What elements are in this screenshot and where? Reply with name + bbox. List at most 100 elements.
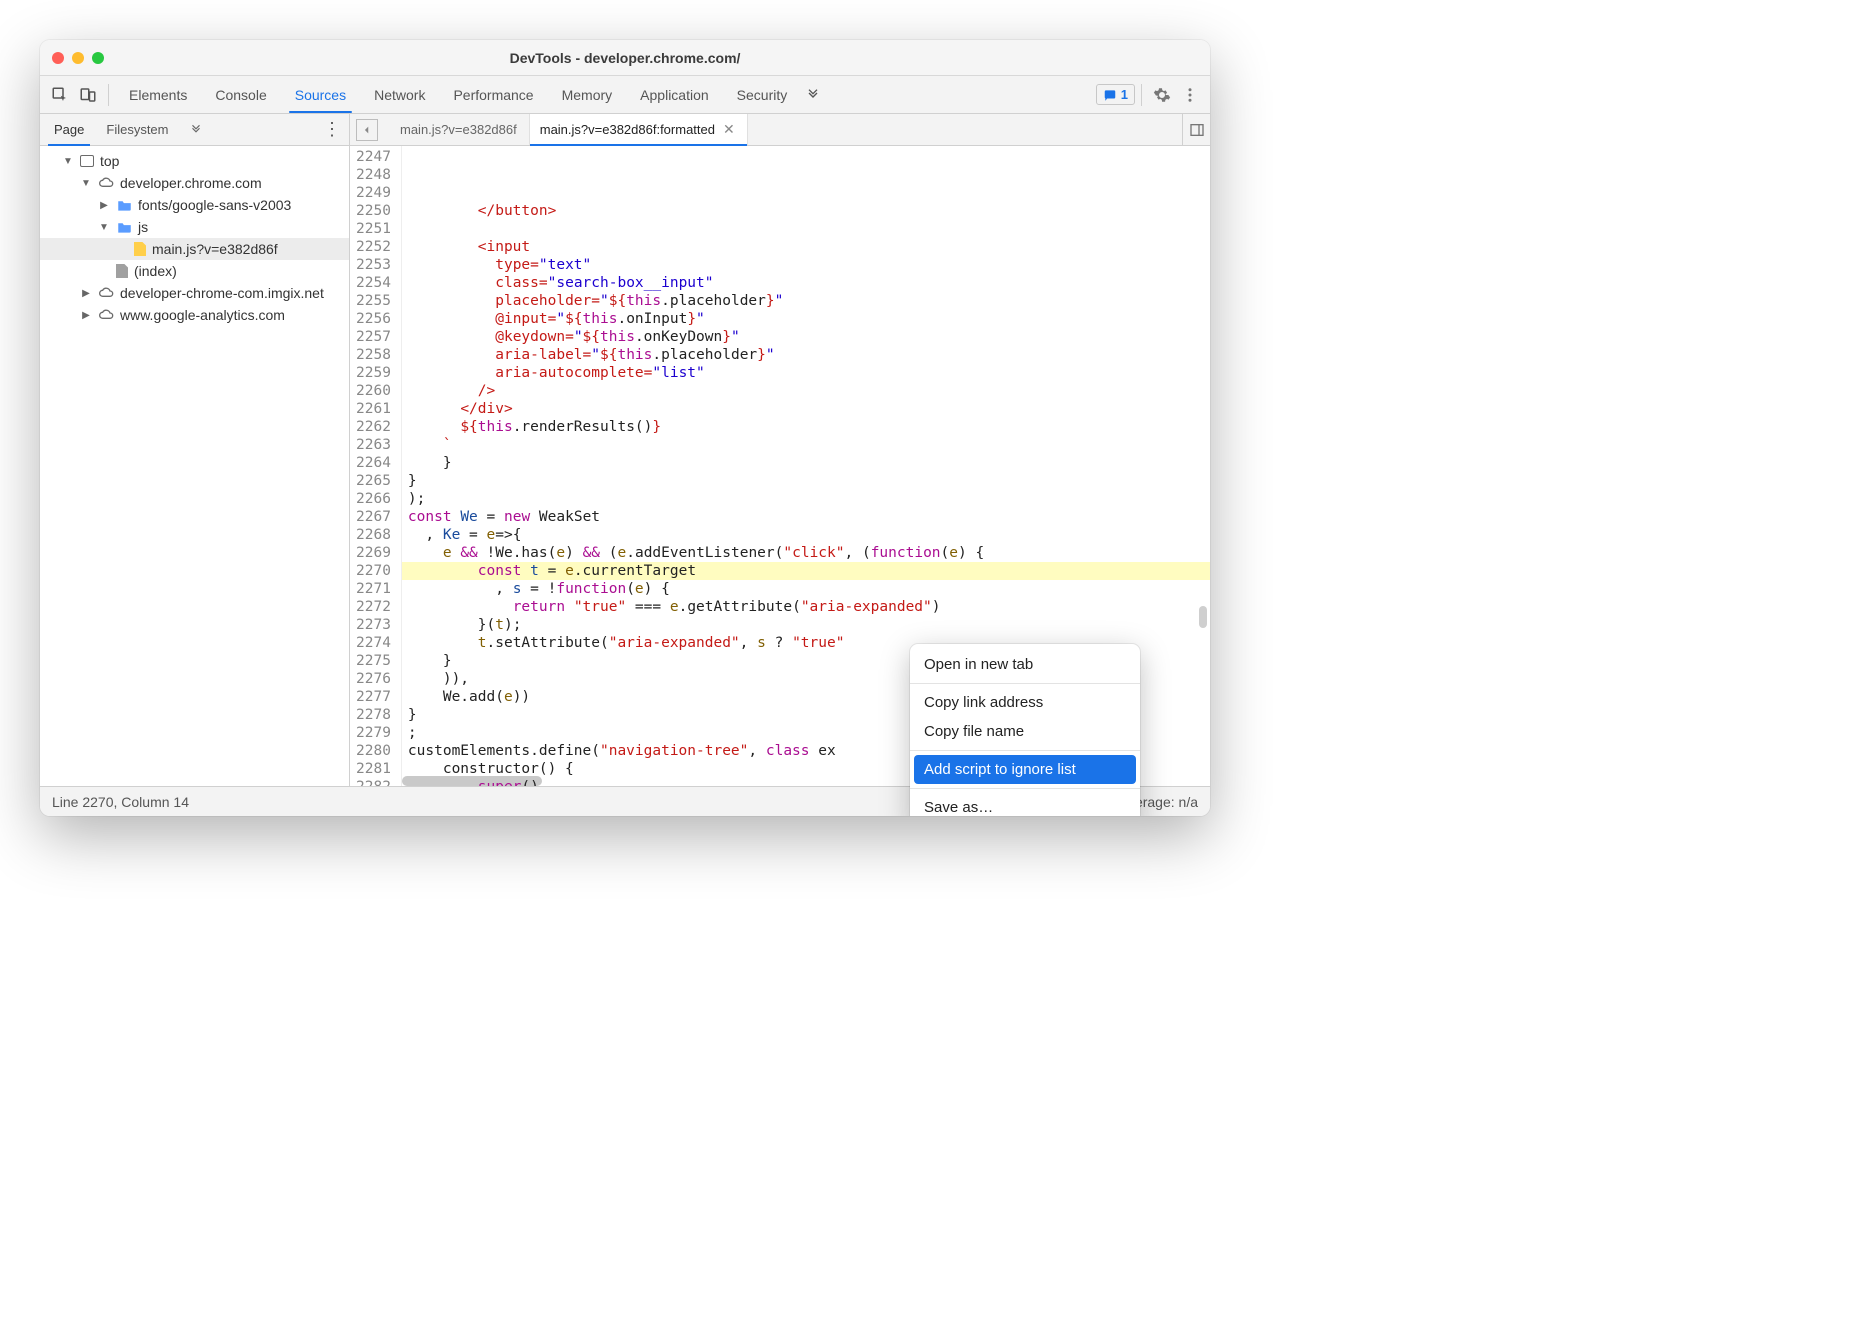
line-number[interactable]: 2273 (356, 616, 391, 634)
line-number[interactable]: 2251 (356, 220, 391, 238)
inspect-element-icon[interactable] (46, 81, 74, 109)
device-toolbar-icon[interactable] (74, 81, 102, 109)
line-number[interactable]: 2274 (356, 634, 391, 652)
menu-item[interactable]: Copy link address (910, 688, 1140, 717)
tree-row[interactable]: (index) (40, 260, 349, 282)
line-number[interactable]: 2254 (356, 274, 391, 292)
file-tab[interactable]: main.js?v=e382d86f:formatted ✕ (530, 114, 748, 145)
tab-security[interactable]: Security (723, 76, 802, 113)
issues-count: 1 (1121, 87, 1128, 102)
file-tab[interactable]: main.js?v=e382d86f (390, 114, 530, 145)
document-icon (116, 264, 128, 278)
navigator-kebab-icon[interactable]: ⋮ (323, 119, 341, 140)
tree-label: main.js?v=e382d86f (152, 241, 278, 257)
tab-memory[interactable]: Memory (548, 76, 627, 113)
cloud-icon (98, 307, 114, 323)
navigator-tree[interactable]: ▼top▼developer.chrome.com ▶ fonts/google-s… (40, 146, 350, 786)
folder-icon (116, 219, 132, 235)
line-number[interactable]: 2281 (356, 760, 391, 778)
minimize-window-button[interactable] (72, 52, 84, 64)
disclosure-triangle-icon[interactable]: ▶ (98, 200, 110, 211)
more-subtabs-icon[interactable] (185, 123, 207, 137)
kebab-menu-icon[interactable] (1176, 81, 1204, 109)
tree-row[interactable]: main.js?v=e382d86f (40, 238, 349, 260)
toolbar-divider (108, 84, 109, 106)
disclosure-triangle-icon[interactable]: ▼ (80, 178, 92, 189)
titlebar: DevTools - developer.chrome.com/ (40, 40, 1210, 76)
cursor-position: Line 2270, Column 14 (52, 794, 189, 810)
tree-row[interactable]: ▼developer.chrome.com (40, 172, 349, 194)
line-number[interactable]: 2259 (356, 364, 391, 382)
tab-application[interactable]: Application (626, 76, 723, 113)
menu-item[interactable]: Open in new tab (910, 650, 1140, 679)
disclosure-triangle-icon[interactable]: ▶ (80, 288, 92, 299)
sources-body: ▼top▼developer.chrome.com ▶ fonts/google-s… (40, 146, 1210, 786)
close-icon[interactable]: ✕ (723, 121, 735, 138)
nav-history-back-icon[interactable] (356, 119, 378, 141)
tree-label: fonts/google-sans-v2003 (138, 197, 291, 213)
editor-tabs: main.js?v=e382d86fmain.js?v=e382d86f:for… (350, 114, 1182, 145)
line-number[interactable]: 2264 (356, 454, 391, 472)
tree-label: www.google-analytics.com (120, 307, 285, 323)
menu-separator (910, 788, 1140, 789)
line-number[interactable]: 2262 (356, 418, 391, 436)
line-number[interactable]: 2260 (356, 382, 391, 400)
line-number[interactable]: 2248 (356, 166, 391, 184)
tree-row[interactable]: ▶developer-chrome-com.imgix.net (40, 282, 349, 304)
line-number[interactable]: 2271 (356, 580, 391, 598)
toggle-debugger-pane-icon[interactable] (1182, 114, 1210, 145)
tree-row[interactable]: ▶ fonts/google-sans-v2003 (40, 194, 349, 216)
line-number[interactable]: 2275 (356, 652, 391, 670)
file-tab-label: main.js?v=e382d86f:formatted (540, 122, 715, 137)
settings-gear-icon[interactable] (1148, 81, 1176, 109)
line-number[interactable]: 2280 (356, 742, 391, 760)
cloud-icon (98, 175, 114, 191)
line-number[interactable]: 2249 (356, 184, 391, 202)
line-number[interactable]: 2263 (356, 436, 391, 454)
tree-row[interactable]: ▶ www.google-analytics.com (40, 304, 349, 326)
tab-network[interactable]: Network (360, 76, 439, 113)
close-window-button[interactable] (52, 52, 64, 64)
line-number[interactable]: 2279 (356, 724, 391, 742)
line-number[interactable]: 2252 (356, 238, 391, 256)
line-number[interactable]: 2253 (356, 256, 391, 274)
tree-row[interactable]: ▼js (40, 216, 349, 238)
line-gutter[interactable]: 2247224822492250225122522253225422552256… (350, 146, 402, 786)
tree-row[interactable]: ▼top (40, 150, 349, 172)
line-number[interactable]: 2266 (356, 490, 391, 508)
tab-console[interactable]: Console (201, 76, 280, 113)
navigator-header: Page Filesystem ⋮ (40, 114, 350, 145)
line-number[interactable]: 2250 (356, 202, 391, 220)
line-number[interactable]: 2277 (356, 688, 391, 706)
menu-item[interactable]: Save as… (910, 793, 1140, 816)
line-number[interactable]: 2268 (356, 526, 391, 544)
tab-elements[interactable]: Elements (115, 76, 201, 113)
devtools-window: DevTools - developer.chrome.com/ Element… (40, 40, 1210, 816)
line-number[interactable]: 2278 (356, 706, 391, 724)
line-number[interactable]: 2261 (356, 400, 391, 418)
line-number[interactable]: 2256 (356, 310, 391, 328)
tab-sources[interactable]: Sources (281, 76, 360, 113)
disclosure-triangle-icon[interactable]: ▼ (98, 222, 110, 233)
subtab-filesystem[interactable]: Filesystem (100, 114, 174, 145)
line-number[interactable]: 2258 (356, 346, 391, 364)
tab-performance[interactable]: Performance (439, 76, 547, 113)
line-number[interactable]: 2255 (356, 292, 391, 310)
line-number[interactable]: 2257 (356, 328, 391, 346)
issues-badge[interactable]: 1 (1096, 84, 1135, 105)
line-number[interactable]: 2265 (356, 472, 391, 490)
line-number[interactable]: 2272 (356, 598, 391, 616)
menu-item[interactable]: Copy file name (910, 717, 1140, 746)
line-number[interactable]: 2247 (356, 148, 391, 166)
line-number[interactable]: 2269 (356, 544, 391, 562)
line-number[interactable]: 2282 (356, 778, 391, 786)
line-number[interactable]: 2276 (356, 670, 391, 688)
line-number[interactable]: 2270 (356, 562, 391, 580)
maximize-window-button[interactable] (92, 52, 104, 64)
subtab-page[interactable]: Page (48, 114, 90, 145)
disclosure-triangle-icon[interactable]: ▼ (62, 156, 74, 167)
line-number[interactable]: 2267 (356, 508, 391, 526)
more-tabs-icon[interactable] (801, 87, 825, 103)
menu-item[interactable]: Add script to ignore list (914, 755, 1136, 784)
disclosure-triangle-icon[interactable]: ▶ (80, 310, 92, 321)
